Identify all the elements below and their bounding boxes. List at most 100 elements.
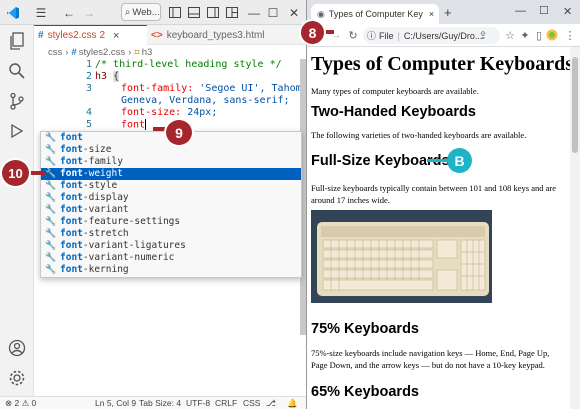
encoding[interactable]: UTF-8 — [186, 398, 210, 408]
page-title: Types of Computer Keyboards — [311, 53, 570, 75]
chevron-right-icon: › — [128, 46, 132, 58]
account-icon[interactable] — [7, 338, 27, 358]
notifications-bell-icon[interactable]: 🔔 — [287, 398, 298, 409]
maximize-icon[interactable]: ☐ — [266, 4, 280, 21]
tab-size[interactable]: Tab Size: 4 — [139, 398, 181, 408]
line-number: 2 — [85, 71, 92, 82]
browser-scroll-thumb[interactable] — [572, 57, 578, 153]
vscode-logo-icon — [5, 4, 21, 21]
code-line: h3 { — [95, 71, 120, 82]
code-line: font-size: 24px; — [121, 107, 218, 118]
activity-bar — [0, 25, 34, 396]
suggestion-item[interactable]: 🔧 font -size — [41, 144, 301, 156]
bookmark-star-icon[interactable]: ☆ — [503, 28, 517, 42]
suggestion-item[interactable]: 🔧 font -style — [41, 180, 301, 192]
side-panel-icon[interactable]: ▯ — [532, 28, 546, 42]
share-icon[interactable]: ⇪ — [476, 28, 490, 42]
callout-b: B — [447, 148, 472, 173]
language-mode[interactable]: CSS — [243, 398, 260, 408]
suggestion-item[interactable]: 🔧 font -variant-ligatures — [41, 240, 301, 252]
suggestion-item[interactable]: 🔧 font -variant — [41, 204, 301, 216]
heading-65-percent: 65% Keyboards — [311, 384, 419, 400]
close-tab-icon[interactable]: × — [429, 9, 434, 19]
callout-step-10: 10 — [0, 158, 31, 188]
problems-indicator[interactable]: ⊗ 2 ⚠ 0 — [5, 398, 36, 409]
more-menu-icon[interactable]: ⋮ — [563, 28, 577, 42]
minimize-icon[interactable]: — — [515, 5, 526, 17]
property-icon: 🔧 — [45, 204, 57, 215]
cursor-position[interactable]: Ln 5, Col 9 — [95, 398, 136, 408]
customize-layout-icon[interactable] — [225, 4, 239, 21]
property-icon: 🔧 — [45, 228, 57, 239]
property-icon: 🔧 — [45, 240, 57, 251]
settings-gear-icon[interactable] — [7, 368, 27, 388]
heading-75-percent: 75% Keyboards — [311, 321, 419, 337]
line-number: 4 — [85, 107, 92, 118]
toggle-secondary-sidebar-icon[interactable] — [206, 4, 220, 21]
close-window-icon[interactable]: ✕ — [563, 5, 572, 18]
breadcrumb-folder[interactable]: css — [48, 47, 62, 58]
property-icon: 🔧 — [45, 132, 57, 143]
code-line: Geneva, Verdana, sans-serif; — [121, 95, 290, 106]
info-icon: ⓘ — [367, 31, 377, 41]
suggestion-item[interactable]: 🔧 font -variant-numeric — [41, 252, 301, 264]
property-icon: 🔧 — [45, 216, 57, 227]
source-control-icon[interactable] — [7, 91, 27, 111]
line-number: 1 — [85, 59, 92, 70]
heading-two-handed: Two-Handed Keyboards — [311, 104, 476, 120]
maximize-icon[interactable]: ☐ — [539, 4, 549, 17]
explorer-icon[interactable] — [7, 31, 27, 51]
back-arrow-icon[interactable]: ← — [62, 4, 76, 21]
close-tab-icon[interactable]: × — [113, 30, 119, 42]
code-line: font-family: 'Segoe UI', Tahoma, — [121, 83, 307, 94]
toggle-sidebar-icon[interactable] — [168, 4, 182, 21]
toggle-panel-icon[interactable] — [187, 4, 201, 21]
browser-scrollbar[interactable] — [570, 47, 580, 409]
profile-avatar-icon[interactable] — [545, 28, 559, 42]
extensions-puzzle-icon[interactable]: ✦ — [518, 28, 532, 42]
title-bar: ☰ ← → ⌕ Web... — ☐ ✕ — [0, 0, 306, 25]
suggestion-item[interactable]: 🔧 font -stretch — [41, 228, 301, 240]
breadcrumb: css › # styles2.css › ⌗ h3 — [34, 45, 306, 59]
breadcrumb-symbol[interactable]: h3 — [142, 47, 153, 58]
suggestion-item[interactable]: 🔧 font -display — [41, 192, 301, 204]
suggestion-item[interactable]: 🔧 font -feature-settings — [41, 216, 301, 228]
minimize-icon[interactable]: — — [247, 4, 261, 21]
css-file-icon: # — [71, 46, 77, 58]
line-ending[interactable]: CRLF — [215, 398, 237, 408]
suggestion-item-selected[interactable]: 🔧 font -weight — [41, 167, 301, 180]
new-tab-button[interactable]: + — [444, 5, 452, 20]
editor-tabs: # styles2.css 2 × <> keyboard_types3.htm… — [34, 25, 306, 45]
run-debug-icon[interactable] — [7, 121, 27, 141]
suggestion-item[interactable]: 🔧 font -family — [41, 156, 301, 168]
reload-icon[interactable]: ↻ — [346, 28, 360, 42]
live-share-icon[interactable]: ⎇ — [266, 398, 276, 409]
callout-step-9: 9 — [164, 118, 194, 147]
full-size-paragraph: Full-size keyboards typically contain be… — [311, 183, 557, 205]
address-toolbar: ← → ↻ ⓘ File | C:/Users/Guy/Dro... ⇪ ☆ ✦… — [307, 24, 580, 47]
close-window-icon[interactable]: ✕ — [287, 4, 301, 21]
property-icon: 🔧 — [45, 144, 57, 155]
forward-arrow-icon[interactable]: → — [82, 4, 96, 21]
command-search-box[interactable]: ⌕ Web... — [121, 3, 161, 21]
two-handed-paragraph: The following varieties of two-handed ke… — [311, 130, 527, 140]
browser-tab-strip: ◉ Types of Computer Keyboards × + — ☐ ✕ — [307, 0, 580, 24]
browser-window: ◉ Types of Computer Keyboards × + — ☐ ✕ … — [307, 0, 580, 409]
search-icon[interactable] — [7, 61, 27, 81]
browser-tab[interactable]: ◉ Types of Computer Keyboards × — [311, 4, 439, 24]
code-line: font — [121, 119, 147, 131]
tab-keyboard-types3-html[interactable]: <> keyboard_types3.html — [147, 25, 306, 45]
callout-step-8: 8 — [299, 19, 326, 46]
chevron-right-icon: › — [65, 46, 69, 58]
code-line: /* third-level heading style */ — [95, 59, 282, 70]
property-icon: 🔧 — [45, 168, 57, 179]
property-icon: 🔧 — [45, 156, 57, 167]
suggestion-item[interactable]: 🔧 font -kerning — [41, 264, 301, 276]
status-bar: ⊗ 2 ⚠ 0 Ln 5, Col 9 Tab Size: 4 UTF-8 CR… — [0, 396, 306, 409]
intro-paragraph: Many types of computer keyboards are ava… — [311, 86, 479, 96]
text-cursor — [145, 119, 147, 130]
tab-styles2-css[interactable]: # styles2.css 2 × — [34, 25, 147, 45]
menu-icon[interactable]: ☰ — [33, 4, 49, 21]
breadcrumb-file[interactable]: styles2.css — [79, 47, 125, 58]
property-icon: 🔧 — [45, 252, 57, 263]
